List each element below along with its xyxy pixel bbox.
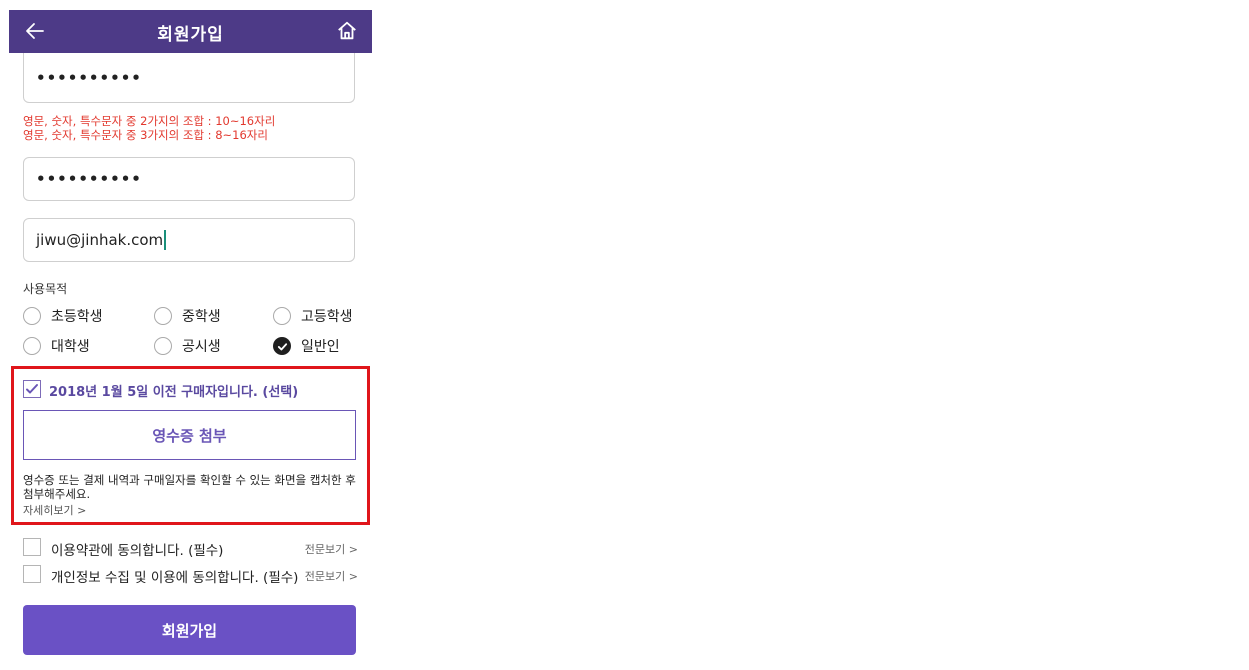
pre-purchase-checkbox[interactable] bbox=[23, 380, 41, 398]
radio-civil-exam[interactable]: 공시생 bbox=[154, 336, 221, 356]
password-hint-line1: 영문, 숫자, 특수문자 중 2가지의 조합 : 10~16자리 bbox=[23, 114, 276, 128]
terms-checkbox[interactable] bbox=[23, 538, 41, 556]
pre-purchase-label[interactable]: 2018년 1월 5일 이전 구매자입니다. (선택) bbox=[49, 381, 298, 400]
radio-label: 공시생 bbox=[182, 339, 221, 355]
details-link[interactable]: 자세히보기 > bbox=[23, 502, 86, 518]
radio-elementary[interactable]: 초등학생 bbox=[23, 306, 103, 326]
signup-screen: 회원가입 •••••••••• 영문, 숫자, 특수문자 중 2가지의 조합 :… bbox=[9, 10, 372, 670]
radio-high-school[interactable]: 고등학생 bbox=[273, 306, 353, 326]
radio-university[interactable]: 대학생 bbox=[23, 336, 90, 356]
password-value: •••••••••• bbox=[36, 68, 142, 87]
radio-label: 일반인 bbox=[301, 339, 340, 355]
check-icon bbox=[26, 384, 38, 394]
privacy-checkbox[interactable] bbox=[23, 565, 41, 583]
privacy-full-link[interactable]: 전문보기 > bbox=[305, 568, 358, 584]
app-header: 회원가입 bbox=[9, 10, 372, 53]
radio-circle-icon bbox=[273, 307, 291, 325]
radio-circle-icon bbox=[154, 307, 172, 325]
radio-circle-icon bbox=[154, 337, 172, 355]
purpose-label: 사용목적 bbox=[23, 282, 68, 296]
radio-label: 중학생 bbox=[182, 309, 221, 325]
home-icon[interactable] bbox=[336, 20, 358, 42]
terms-label[interactable]: 이용약관에 동의합니다. (필수) bbox=[51, 539, 223, 559]
radio-checked-icon bbox=[273, 337, 291, 355]
password-confirm-value: •••••••••• bbox=[36, 170, 142, 188]
check-icon bbox=[277, 342, 287, 350]
password-confirm-input[interactable]: •••••••••• bbox=[23, 157, 355, 201]
privacy-label[interactable]: 개인정보 수집 및 이용에 동의합니다. (필수) bbox=[51, 566, 298, 586]
radio-general[interactable]: 일반인 bbox=[273, 336, 340, 356]
text-caret bbox=[164, 230, 167, 250]
radio-circle-icon bbox=[23, 307, 41, 325]
attach-receipt-button[interactable]: 영수증 첨부 bbox=[23, 410, 356, 460]
radio-circle-icon bbox=[23, 337, 41, 355]
radio-label: 초등학생 bbox=[51, 309, 103, 325]
email-input[interactable]: jiwu@jinhak.com bbox=[23, 218, 355, 262]
password-hint-line2: 영문, 숫자, 특수문자 중 3가지의 조합 : 8~16자리 bbox=[23, 128, 268, 142]
receipt-description: 영수증 또는 결제 내역과 구매일자를 확인할 수 있는 화면을 캡처한 후 첨… bbox=[23, 473, 356, 501]
radio-label: 대학생 bbox=[51, 339, 90, 355]
signup-submit-button[interactable]: 회원가입 bbox=[23, 605, 356, 655]
radio-label: 고등학생 bbox=[301, 309, 353, 325]
password-input[interactable]: •••••••••• bbox=[23, 53, 355, 103]
password-hint: 영문, 숫자, 특수문자 중 2가지의 조합 : 10~16자리 영문, 숫자,… bbox=[23, 114, 275, 142]
email-value: jiwu@jinhak.com bbox=[36, 231, 164, 249]
password-field-clip: •••••••••• bbox=[9, 53, 372, 103]
radio-middle-school[interactable]: 중학생 bbox=[154, 306, 221, 326]
page-title: 회원가입 bbox=[157, 25, 224, 45]
terms-full-link[interactable]: 전문보기 > bbox=[305, 541, 358, 557]
